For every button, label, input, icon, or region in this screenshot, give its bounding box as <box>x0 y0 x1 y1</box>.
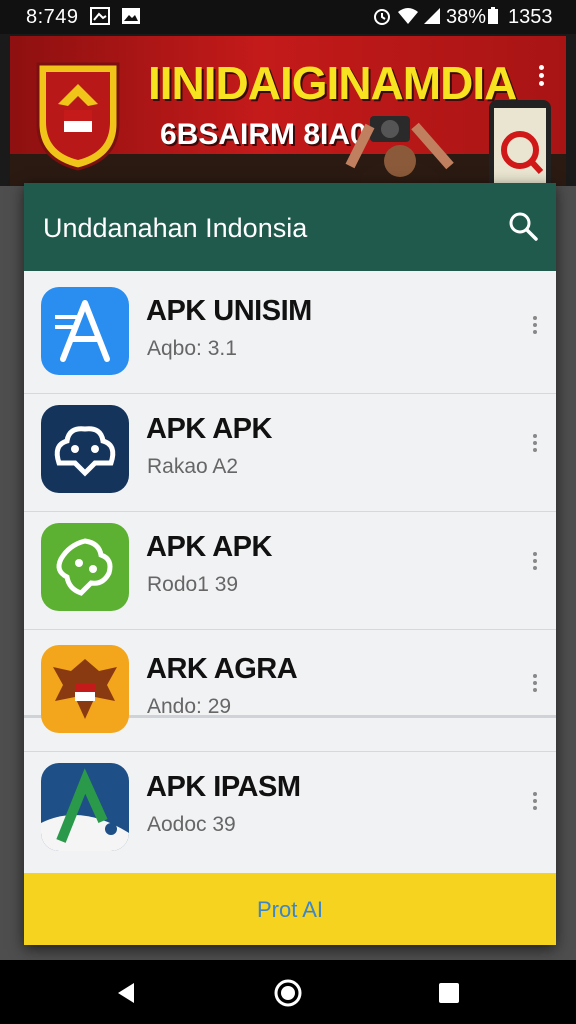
app-name: APK APK <box>146 531 272 563</box>
app-version: Rakao A2 <box>147 455 239 478</box>
app-name: APK UNISIM <box>146 295 312 327</box>
app-version: Aodoc 39 <box>147 813 236 836</box>
recents-icon[interactable] <box>434 978 464 1008</box>
green-blob-icon <box>41 523 129 611</box>
app-version: Aqbo: 3.1 <box>147 337 237 360</box>
list-item[interactable]: ARK AGRA Ando: 29 <box>24 633 556 752</box>
list-item[interactable]: APK APK Rakao A2 <box>24 393 556 512</box>
more-options-icon[interactable] <box>528 549 542 579</box>
banner-menu-icon[interactable] <box>536 62 546 96</box>
status-time: 8:749 <box>26 6 79 28</box>
battery-percent: 38% <box>446 6 487 28</box>
back-icon[interactable] <box>112 978 142 1008</box>
status-bar: 8:749 38% 1353 <box>0 0 576 34</box>
alarm-icon <box>374 9 390 25</box>
person-with-camera-image <box>345 116 454 186</box>
footer-action-label: Prot AI <box>256 897 324 922</box>
gamepad-cloud-icon <box>41 405 129 493</box>
banner: IINIDAIGINAMDIA 6BSAIRM 8IA0 <box>10 36 566 186</box>
banner-title: IINIDAIGINAMDIA <box>148 57 517 109</box>
list-item[interactable]: APK APK Rodo1 39 <box>24 511 556 630</box>
image-icon <box>90 7 110 25</box>
banner-subtitle: 6BSAIRM 8IA0 <box>160 118 367 151</box>
list-item[interactable]: APK UNISIM Aqbo: 3.1 <box>24 275 556 394</box>
list-item[interactable]: APK IPASM Aodoc 39 <box>24 751 556 869</box>
phone-image <box>489 100 551 186</box>
app-version: Rodo1 39 <box>147 573 239 596</box>
garuda-emblem-icon <box>36 62 120 171</box>
letter-a-green-icon <box>41 763 129 851</box>
footer-action-button[interactable]: Prot AI <box>24 873 556 945</box>
battery-icon <box>488 7 498 24</box>
more-options-icon[interactable] <box>528 789 542 819</box>
app-a-blue-icon <box>41 287 129 375</box>
signal-icon <box>424 8 440 24</box>
photo-icon <box>122 8 140 24</box>
wifi-icon <box>398 8 418 24</box>
home-icon[interactable] <box>273 978 303 1008</box>
status-clock-right: 1353 <box>508 6 553 28</box>
dialog-header: Unddanahan Indonsia <box>24 183 556 271</box>
app-name: ARK AGRA <box>146 653 298 685</box>
app-name: APK APK <box>146 413 272 445</box>
more-options-icon[interactable] <box>528 313 542 343</box>
app-name: APK IPASM <box>146 771 301 803</box>
app-list-dialog: Unddanahan Indonsia APK UNISIM Aqbo: 3.1 <box>24 183 556 945</box>
dialog-title: Unddanahan Indonsia <box>43 213 308 243</box>
garuda-icon <box>41 645 129 733</box>
more-options-icon[interactable] <box>528 671 542 701</box>
navigation-bar <box>0 960 576 1024</box>
app-version: Ando: 29 <box>147 695 232 718</box>
search-icon[interactable] <box>506 209 540 243</box>
more-options-icon[interactable] <box>528 431 542 461</box>
